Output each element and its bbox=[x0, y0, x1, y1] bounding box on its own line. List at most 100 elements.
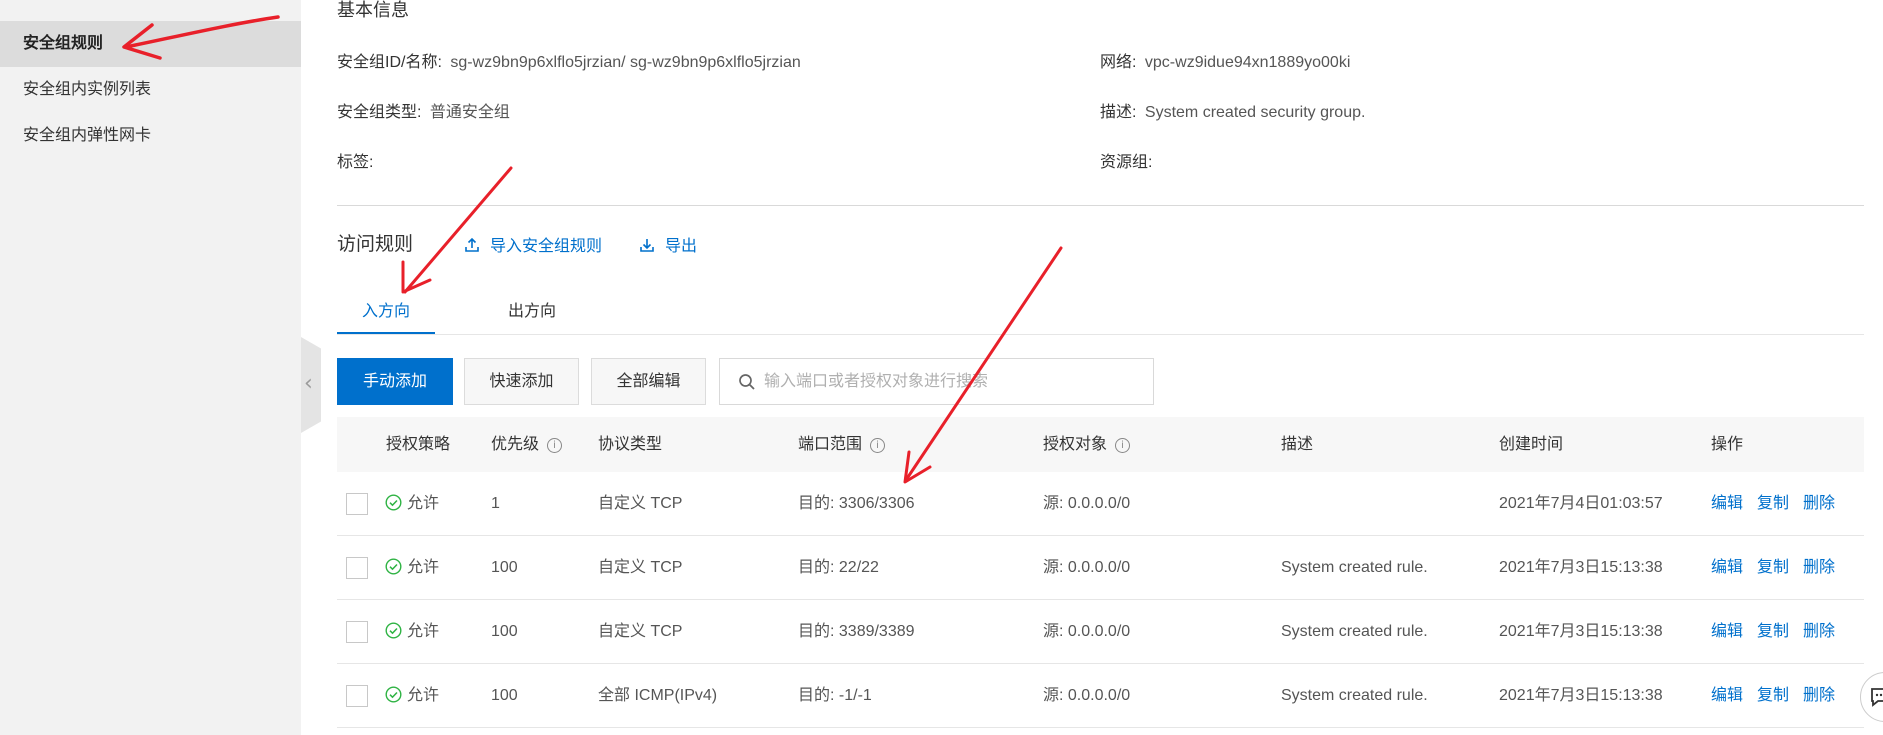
edit-link[interactable]: 编辑 bbox=[1711, 495, 1743, 512]
target-cell: 源: 0.0.0.0/0 bbox=[1043, 687, 1131, 704]
edit-all-button[interactable]: 全部编辑 bbox=[591, 358, 706, 405]
check-circle-icon bbox=[385, 622, 402, 639]
sidebar-item-eni[interactable]: 安全组内弹性网卡 bbox=[0, 113, 301, 159]
delete-link[interactable]: 删除 bbox=[1803, 495, 1835, 512]
col-created: 创建时间 bbox=[1499, 436, 1564, 453]
port-cell: 目的: -1/-1 bbox=[798, 687, 872, 704]
priority-cell: 100 bbox=[491, 623, 518, 640]
protocol-cell: 自定义 TCP bbox=[598, 623, 683, 640]
protocol-cell: 全部 ICMP(IPv4) bbox=[598, 687, 718, 704]
sidebar-collapse-handle[interactable]: ‹ bbox=[301, 337, 321, 433]
edit-link[interactable]: 编辑 bbox=[1711, 623, 1743, 640]
copy-link[interactable]: 复制 bbox=[1757, 687, 1789, 704]
port-cell: 目的: 22/22 bbox=[798, 559, 879, 576]
target-cell: 源: 0.0.0.0/0 bbox=[1043, 559, 1131, 576]
description-cell: System created rule. bbox=[1281, 687, 1428, 704]
resource-group-label: 资源组: bbox=[1100, 154, 1153, 171]
import-rules-button[interactable]: 导入安全组规则 bbox=[464, 232, 602, 256]
security-group-id-row: 安全组ID/名称: sg-wz9bn9p6xlflo5jrzian/ sg-wz… bbox=[337, 48, 801, 72]
description-row: 描述: System created security group. bbox=[1100, 98, 1365, 122]
col-target-label: 授权对象 bbox=[1043, 436, 1108, 453]
security-group-type-label: 安全组类型: bbox=[337, 104, 422, 121]
download-icon bbox=[640, 239, 654, 252]
search-box bbox=[719, 358, 1154, 405]
network-value: vpc-wz9idue94xn1889yo00ki bbox=[1144, 54, 1351, 71]
security-group-id-value: sg-wz9bn9p6xlflo5jrzian/ sg-wz9bn9p6xlfl… bbox=[450, 54, 801, 71]
col-target: 授权对象 i bbox=[1043, 417, 1131, 472]
resource-group-row: 资源组: bbox=[1100, 148, 1152, 172]
copy-link[interactable]: 复制 bbox=[1757, 495, 1789, 512]
actions-cell: 编辑 复制 删除 bbox=[1711, 536, 1849, 600]
row-checkbox[interactable] bbox=[346, 493, 368, 515]
search-input[interactable] bbox=[764, 359, 1144, 404]
security-group-type-row: 安全组类型: 普通安全组 bbox=[337, 98, 510, 122]
priority-cell: 1 bbox=[491, 495, 500, 512]
row-checkbox[interactable] bbox=[346, 621, 368, 643]
check-circle-icon bbox=[385, 494, 402, 511]
policy-value: 允许 bbox=[407, 687, 440, 704]
tab-inbound[interactable]: 入方向 bbox=[337, 297, 435, 321]
chevron-left-icon: ‹ bbox=[304, 371, 313, 396]
check-circle-icon bbox=[385, 686, 402, 703]
tag-label: 标签: bbox=[337, 154, 374, 171]
actions-cell: 编辑 复制 删除 bbox=[1711, 472, 1849, 536]
sidebar-item-security-group-rules[interactable]: 安全组规则 bbox=[0, 21, 301, 67]
target-cell: 源: 0.0.0.0/0 bbox=[1043, 495, 1131, 512]
import-rules-label: 导入安全组规则 bbox=[490, 238, 603, 255]
quick-add-button[interactable]: 快速添加 bbox=[464, 358, 579, 405]
created-cell: 2021年7月3日15:13:38 bbox=[1499, 623, 1663, 640]
network-row: 网络: vpc-wz9idue94xn1889yo00ki bbox=[1100, 48, 1350, 72]
sidebar: 安全组规则 安全组内实例列表 安全组内弹性网卡 bbox=[0, 0, 301, 735]
col-port: 端口范围 i bbox=[798, 417, 886, 472]
row-checkbox[interactable] bbox=[346, 685, 368, 707]
edit-link[interactable]: 编辑 bbox=[1711, 559, 1743, 576]
table-header: 授权策略 优先级 i 协议类型 端口范围 i 授权对象 i 描述 创建时间 操作 bbox=[337, 417, 1864, 472]
table-row: 允许 100 自定义 TCP 目的: 3389/3389 源: 0.0.0.0/… bbox=[337, 600, 1864, 664]
policy-value: 允许 bbox=[407, 559, 440, 576]
description-cell: System created rule. bbox=[1281, 559, 1428, 576]
description-label: 描述: bbox=[1100, 104, 1137, 121]
policy-cell: 允许 bbox=[385, 472, 439, 536]
info-icon[interactable]: i bbox=[547, 438, 563, 453]
policy-cell: 允许 bbox=[385, 600, 439, 664]
priority-cell: 100 bbox=[491, 687, 518, 704]
main-content: 基本信息 安全组ID/名称: sg-wz9bn9p6xlflo5jrzian/ … bbox=[337, 0, 1867, 735]
tab-outbound[interactable]: 出方向 bbox=[483, 297, 581, 321]
policy-value: 允许 bbox=[407, 495, 440, 512]
access-rules-title: 访问规则 bbox=[337, 234, 414, 255]
protocol-cell: 自定义 TCP bbox=[598, 495, 683, 512]
description-cell: System created rule. bbox=[1281, 623, 1428, 640]
col-protocol: 协议类型 bbox=[598, 436, 663, 453]
delete-link[interactable]: 删除 bbox=[1803, 623, 1835, 640]
row-checkbox[interactable] bbox=[346, 557, 368, 579]
edit-link[interactable]: 编辑 bbox=[1711, 687, 1743, 704]
copy-link[interactable]: 复制 bbox=[1757, 559, 1789, 576]
tag-row: 标签: bbox=[337, 148, 373, 172]
copy-link[interactable]: 复制 bbox=[1757, 623, 1789, 640]
col-priority-label: 优先级 bbox=[491, 436, 540, 453]
port-cell: 目的: 3389/3389 bbox=[798, 623, 915, 640]
actions-cell: 编辑 复制 删除 bbox=[1711, 664, 1849, 728]
security-group-type-value: 普通安全组 bbox=[429, 104, 510, 121]
col-priority: 优先级 i bbox=[491, 417, 563, 472]
basic-info-title: 基本信息 bbox=[337, 0, 409, 20]
delete-link[interactable]: 删除 bbox=[1803, 687, 1835, 704]
export-label: 导出 bbox=[665, 238, 698, 255]
col-actions: 操作 bbox=[1711, 436, 1744, 453]
created-cell: 2021年7月3日15:13:38 bbox=[1499, 687, 1663, 704]
created-cell: 2021年7月4日01:03:57 bbox=[1499, 495, 1663, 512]
priority-cell: 100 bbox=[491, 559, 518, 576]
policy-cell: 允许 bbox=[385, 664, 439, 728]
export-button[interactable]: 导出 bbox=[639, 232, 697, 256]
policy-value: 允许 bbox=[407, 623, 440, 640]
sidebar-item-instance-list[interactable]: 安全组内实例列表 bbox=[0, 67, 301, 113]
info-icon[interactable]: i bbox=[1115, 438, 1131, 453]
delete-link[interactable]: 删除 bbox=[1803, 559, 1835, 576]
manual-add-button[interactable]: 手动添加 bbox=[337, 358, 453, 405]
upload-icon bbox=[465, 237, 479, 252]
tabs-divider bbox=[337, 334, 1864, 335]
col-port-label: 端口范围 bbox=[798, 436, 863, 453]
info-icon[interactable]: i bbox=[870, 438, 886, 453]
col-description: 描述 bbox=[1281, 436, 1314, 453]
section-divider bbox=[337, 205, 1864, 206]
